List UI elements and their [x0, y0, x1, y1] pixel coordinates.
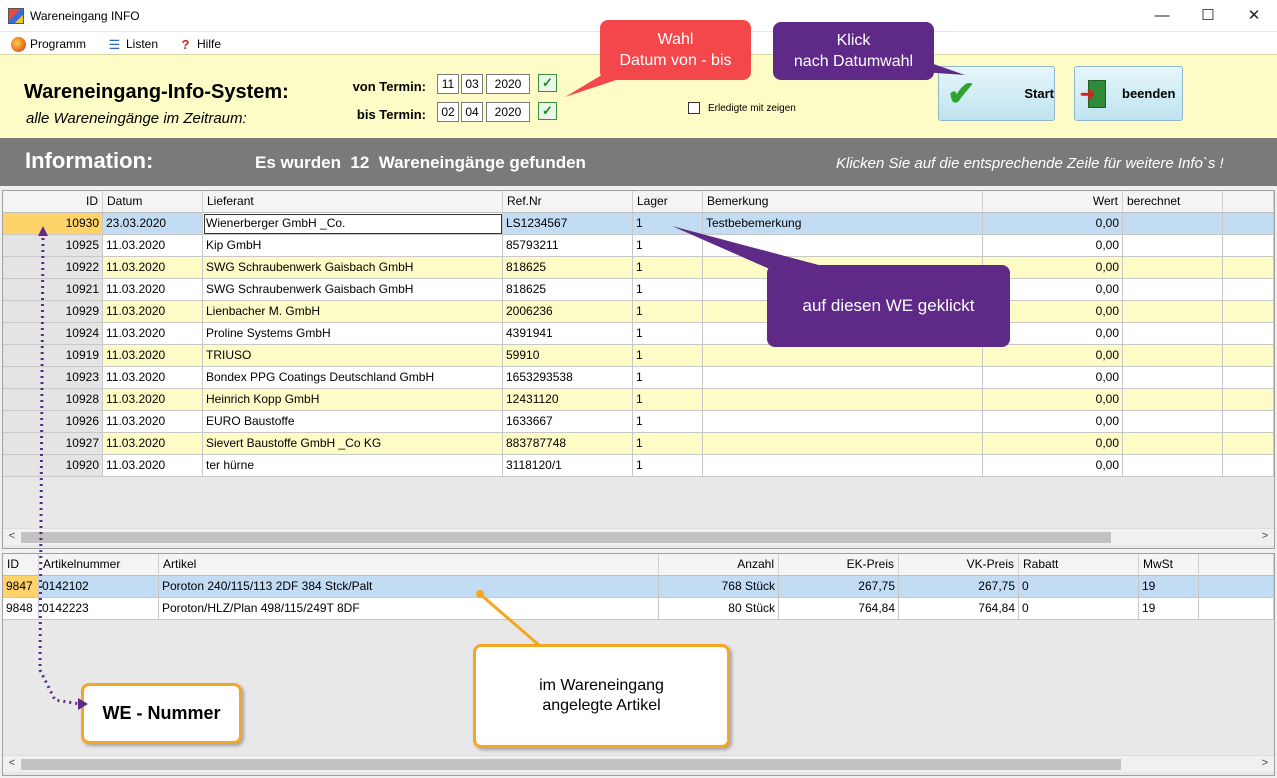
klick-arrow: [922, 60, 965, 75]
artikel-arrow: [479, 592, 541, 648]
we-nummer-arrow-tail: [38, 226, 48, 236]
annotation-arrows: [38, 60, 965, 710]
geklickt-arrow: [672, 226, 830, 278]
wahl-arrow: [565, 70, 640, 97]
we-nummer-arrow: [38, 231, 81, 706]
we-nummer-arrow-head: [78, 698, 88, 710]
artikel-arrow-dot: [476, 590, 484, 598]
